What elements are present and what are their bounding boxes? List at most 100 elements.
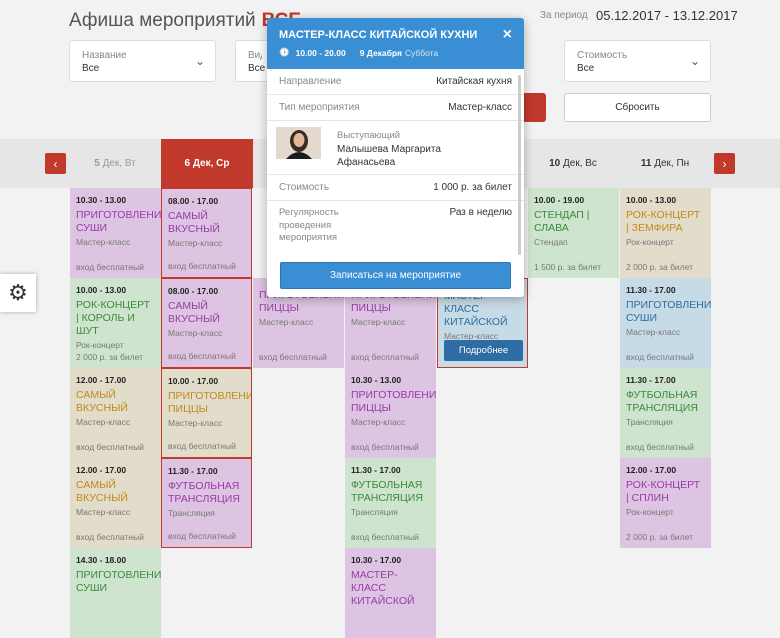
event-title: САМЫЙ ВКУСНЫЙ — [76, 389, 128, 414]
event-card[interactable]: 10.00 - 19.00 СТЕНДАП | СЛАВА Стендап 1 500… — [528, 188, 619, 278]
event-time: 10.00 - 19.00 — [534, 195, 585, 205]
event-title: САМЫЙ ВКУСНЫЙ — [168, 210, 220, 235]
popup-direction-row: Направление Китайская кухня — [267, 69, 524, 95]
event-price: 2 000 р. за билет — [626, 532, 693, 542]
event-price: вход бесплатный — [168, 441, 236, 451]
event-title: ПРИГОТОВЛЕНИЕ ПИЦЦЫ — [351, 389, 436, 414]
day-column: 10.00 - 13.00 РОК-КОНЦЕРТ | ЗЕМФИРА Рок-ко… — [620, 188, 711, 548]
day-tab-5[interactable]: 5 Дек, Вт — [70, 158, 160, 169]
event-price: вход бесплатный — [351, 442, 419, 452]
popup-time: 10.00 - 20.00 — [295, 47, 346, 58]
event-popup: МАСТЕР-КЛАСС КИТАЙСКОЙ КУХНИ × 🕓 10.00 -… — [267, 18, 524, 297]
filter-name-select[interactable]: Название Все ⌄ — [69, 40, 216, 82]
event-card[interactable]: 10.00 - 17.00 ПРИГОТОВЛЕНИЕ ПИЦЦЫ Мастер-к… — [161, 368, 252, 458]
event-time: 12.00 - 17.00 — [76, 465, 127, 475]
event-title: САМЫЙ ВКУСНЫЙ — [168, 300, 220, 325]
close-icon[interactable]: × — [503, 26, 512, 44]
day-tab-10[interactable]: 10 Дек, Вс — [528, 158, 618, 169]
event-time: 10.30 - 13.00 — [76, 195, 127, 205]
day-tab-11[interactable]: 11 Дек, Пн — [620, 158, 710, 169]
popup-scrollbar[interactable] — [518, 75, 521, 255]
event-time: 11.30 - 17.00 — [351, 465, 401, 475]
event-title: МАСТЕР-КЛАСС КИТАЙСКОЙ — [351, 569, 415, 607]
event-type: Трансляция — [168, 508, 215, 518]
event-price: 2 000 р. за билет — [76, 352, 143, 362]
event-type: Рок-концерт — [626, 237, 674, 247]
event-price: вход бесплатный — [76, 442, 144, 452]
event-title: СТЕНДАП | СЛАВА — [534, 209, 590, 234]
event-time: 10.30 - 13.00 — [351, 375, 402, 385]
event-title: ФУТБОЛЬНАЯ ТРАНСЛЯЦИЯ — [351, 479, 423, 504]
reset-button[interactable]: Сбросить — [564, 93, 711, 122]
event-card[interactable]: 10.00 - 13.00 РОК-КОНЦЕРТ | КОРОЛЬ И ШУТ Р… — [70, 278, 161, 368]
event-price: вход бесплатный — [351, 352, 419, 362]
event-card[interactable]: 10.30 - 13.00 ПРИГОТОВЛЕНИЕ СУШИ Мастер-кл… — [70, 188, 161, 278]
event-type: Мастер-класс — [351, 317, 406, 327]
period-value[interactable]: 05.12.2017 - 13.12.2017 — [596, 8, 738, 23]
event-time: 08.00 - 17.00 — [168, 286, 219, 296]
event-price: вход бесплатный — [259, 352, 327, 362]
event-card[interactable]: 10.30 - 17.00 МАСТЕР-КЛАСС КИТАЙСКОЙ — [345, 548, 436, 638]
day-column: 10.00 - 19.00 СТЕНДАП | СЛАВА Стендап 1 500… — [528, 188, 619, 278]
event-time: 08.00 - 17.00 — [168, 196, 219, 206]
event-price: вход бесплатный — [626, 352, 694, 362]
event-title: ПРИГОТОВЛЕНИЕ СУШИ — [76, 209, 161, 234]
event-type: Мастер-класс — [76, 417, 131, 427]
event-title: ПРИГОТОВЛЕНИЕ СУШИ — [76, 569, 161, 594]
event-price: вход бесплатный — [76, 532, 144, 542]
event-title: РОК-КОНЦЕРТ | СПЛИН — [626, 479, 701, 504]
event-card[interactable]: 14.30 - 18.00 ПРИГОТОВЛЕНИЕ СУШИ — [70, 548, 161, 638]
details-button[interactable]: Подробнее — [444, 340, 523, 361]
event-card[interactable]: 08.00 - 17.00 САМЫЙ ВКУСНЫЙ Мастер-класс вх… — [161, 278, 252, 368]
gear-icon[interactable]: ⚙ — [0, 274, 36, 312]
avatar — [276, 127, 321, 159]
event-time: 10.00 - 13.00 — [76, 285, 127, 295]
event-time: 14.30 - 18.00 — [76, 555, 127, 565]
event-card[interactable]: 10.00 - 13.00 РОК-КОНЦЕРТ | ЗЕМФИРА Рок-ко… — [620, 188, 711, 278]
popup-type-row: Тип мероприятия Мастер-класс — [267, 95, 524, 121]
event-time: 10.30 - 17.00 — [351, 555, 402, 565]
popup-performer-row: Выступающий Малышева Маргарита Афанасьев… — [267, 121, 524, 175]
event-type: Трансляция — [351, 507, 398, 517]
filter-cost-select[interactable]: Стоимость Все ⌄ — [564, 40, 711, 82]
event-title: ПРИГОТОВЛЕНИЕ ПИЦЦЫ — [168, 390, 252, 415]
event-card[interactable]: 12.00 - 17.00 РОК-КОНЦЕРТ | СПЛИН Рок-конц… — [620, 458, 711, 548]
event-title: ФУТБОЛЬНАЯ ТРАНСЛЯЦИЯ — [626, 389, 698, 414]
event-price: вход бесплатный — [76, 262, 144, 272]
event-card[interactable]: 10.30 - 13.00 ПРИГОТОВЛЕНИЕ ПИЦЦЫ Мастер-к… — [345, 368, 436, 458]
prev-day-button[interactable]: ‹ — [45, 153, 66, 174]
event-price: вход бесплатный — [168, 351, 236, 361]
event-card[interactable]: 11.30 - 17.00 ФУТБОЛЬНАЯ ТРАНСЛЯЦИЯ Трансл… — [161, 458, 252, 548]
day-tab-6[interactable]: 6 Дек, Ср — [161, 139, 253, 188]
event-card[interactable]: 12.00 - 17.00 САМЫЙ ВКУСНЫЙ Мастер-класс вх… — [70, 458, 161, 548]
register-button[interactable]: Записаться на мероприятие — [280, 262, 511, 289]
event-card[interactable]: 11.30 - 17.00 ПРИГОТОВЛЕНИЕ СУШИ Мастер-кл… — [620, 278, 711, 368]
event-type: Мастер-класс — [168, 238, 223, 248]
popup-header: МАСТЕР-КЛАСС КИТАЙСКОЙ КУХНИ × 🕓 10.00 -… — [267, 18, 524, 69]
day-column: 08.00 - 17.00 САМЫЙ ВКУСНЫЙ Мастер-класс вх… — [161, 188, 252, 548]
event-title: САМЫЙ ВКУСНЫЙ — [76, 479, 128, 504]
event-type: Мастер-класс — [168, 328, 223, 338]
event-type: Мастер-класс — [259, 317, 314, 327]
performer-name: Малышева Маргарита Афанасьева — [337, 144, 441, 168]
event-title: РОК-КОНЦЕРТ | КОРОЛЬ И ШУТ — [76, 299, 151, 337]
popup-title: МАСТЕР-КЛАСС КИТАЙСКОЙ КУХНИ — [279, 29, 478, 41]
event-card[interactable]: 11.30 - 17.00 ФУТБОЛЬНАЯ ТРАНСЛЯЦИЯ Трансл… — [620, 368, 711, 458]
event-price: 2 000 р. за билет — [626, 262, 693, 272]
clock-icon: 🕓 — [279, 47, 290, 57]
popup-regularity-row: Регулярность проведения мероприятия Раз … — [279, 207, 512, 243]
event-price: вход бесплатный — [351, 532, 419, 542]
event-price: вход бесплатный — [168, 261, 236, 271]
event-card[interactable]: 11.30 - 17.00 ФУТБОЛЬНАЯ ТРАНСЛЯЦИЯ Трансл… — [345, 458, 436, 548]
event-card[interactable]: 08.00 - 17.00 САМЫЙ ВКУСНЫЙ Мастер-класс вх… — [161, 188, 252, 278]
event-type: Стендап — [534, 237, 568, 247]
event-price: вход бесплатный — [626, 442, 694, 452]
next-day-button[interactable]: › — [714, 153, 735, 174]
event-time: 12.00 - 17.00 — [76, 375, 127, 385]
event-type: Трансляция — [626, 417, 673, 427]
event-title: РОК-КОНЦЕРТ | ЗЕМФИРА — [626, 209, 701, 234]
event-price: 1 500 р. за билет — [534, 262, 601, 272]
event-title: ПРИГОТОВЛЕНИЕ СУШИ — [626, 299, 711, 324]
period-label: За период — [540, 10, 588, 21]
event-card[interactable]: 12.00 - 17.00 САМЫЙ ВКУСНЫЙ Мастер-класс вх… — [70, 368, 161, 458]
